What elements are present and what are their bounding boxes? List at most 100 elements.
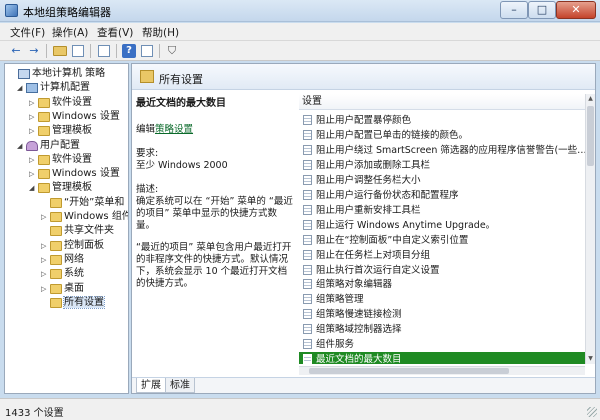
expand-toggle-icon[interactable]: ▷ [29,124,37,138]
list-item[interactable]: 组策略对象编辑器 [299,277,585,292]
tree-item[interactable]: “开始”菜单和 [41,196,124,210]
tree-item[interactable]: ▷ 软件设置 [29,153,92,167]
up-folder-icon[interactable] [52,43,68,59]
expand-toggle-icon[interactable]: ▷ [41,210,49,224]
maximize-button[interactable]: □ [528,1,556,19]
list-item[interactable]: 阻止用户调整任务栏大小 [299,173,585,188]
tab-standard[interactable]: 标准 [165,378,195,393]
description-heading: 描述: [136,184,159,195]
list-item[interactable]: 组策略管理 [299,292,585,307]
list-item-label: 阻止用户调整任务栏大小 [316,174,421,186]
column-header-setting[interactable]: 设置 [299,94,585,110]
list-item[interactable]: 最近文档的最大数目 [299,352,585,364]
tree-item[interactable]: ▷ 系统 [41,267,84,281]
tree-item[interactable]: ▷ 控制面板 [41,239,104,253]
expand-toggle-icon[interactable]: ▷ [29,167,37,181]
tree-item[interactable]: ▷ Windows 设置 [29,167,120,181]
properties-icon[interactable] [139,43,155,59]
folder-icon [38,97,50,108]
tree-item-label: 网络 [64,253,84,265]
tree-item[interactable]: ▷ 管理模板 [29,124,92,138]
expand-toggle-icon[interactable]: ◢ [29,181,37,195]
tree-item[interactable]: ▷ 软件设置 [29,96,92,110]
tree-item[interactable]: ▷ Windows 设置 [29,110,120,124]
scroll-down-icon[interactable]: ▼ [586,354,595,364]
menu-view[interactable]: 查看(V) [93,25,137,40]
requirements-text: 至少 Windows 2000 [136,160,228,171]
vertical-scrollbar[interactable]: ▲ ▼ [585,94,595,364]
tree-item[interactable]: 本地计算机 策略 [9,67,105,81]
list-item-label: 阻止执行首次运行自定义设置 [316,264,440,276]
tree-item-label: 系统 [64,268,84,280]
list-item[interactable]: 组策略域控制器选择 [299,322,585,337]
expand-toggle-icon[interactable]: ▷ [29,153,37,167]
scroll-up-icon[interactable]: ▲ [586,94,595,104]
app-icon [5,4,18,17]
tree-item-label: Windows 设置 [52,168,120,180]
expand-toggle-icon[interactable]: ▷ [41,239,49,253]
tree-item[interactable]: ▷ 桌面 [41,282,84,296]
resize-grip-icon[interactable] [587,407,597,417]
forward-icon[interactable]: → [26,43,42,59]
list-item[interactable]: 阻止在“控制面板”中自定义索引位置 [299,233,585,248]
edit-prefix: 编辑 [136,124,156,135]
expand-toggle-icon[interactable]: ▷ [29,110,37,124]
scroll-thumb[interactable] [587,106,594,166]
back-icon[interactable]: ← [8,43,24,59]
main-pane: 所有设置 最近文档的最大数目 编辑策略设置 要求: 至少 Windows 200… [131,63,596,394]
export-list-icon[interactable] [96,43,112,59]
toolbar-separator [90,44,91,58]
show-hide-tree-icon[interactable] [70,43,86,59]
tree-item[interactable]: ▷ 网络 [41,253,84,267]
close-button[interactable]: ✕ [556,1,596,19]
tree-item[interactable]: 所有设置 [41,295,105,310]
filter-icon[interactable]: ⛉ [164,43,180,59]
list-item[interactable]: 组策略慢速链接检测 [299,307,585,322]
main-header: 所有设置 [132,64,595,90]
edit-policy-line: 编辑策略设置 [136,124,193,136]
expand-toggle-icon[interactable]: ◢ [17,81,25,95]
list-item-label: 阻止用户重新安排工具栏 [316,204,421,216]
main-header-title: 所有设置 [159,73,203,86]
expand-toggle-icon[interactable]: ◢ [17,139,25,153]
tree-item[interactable]: ▷ Windows 组件 [41,210,129,224]
list-item[interactable]: 阻止用户绕过 SmartScreen 筛选器的应用程序信誉警告(一些… [299,143,585,158]
tab-extended[interactable]: 扩展 [136,378,166,393]
help-icon[interactable]: ? [121,43,137,59]
policy-setting-icon [303,324,312,335]
list-item[interactable]: 阻止用户配置已单击的链接的颜色。 [299,128,585,143]
menu-help[interactable]: 帮助(H) [138,25,183,40]
menu-file[interactable]: 文件(F) [6,25,49,40]
menu-action[interactable]: 操作(A) [48,25,92,40]
policy-setting-icon [303,219,312,230]
list-item-label: 阻止用户配置已单击的链接的颜色。 [316,129,469,141]
user-icon [26,140,38,151]
expand-toggle-icon[interactable]: ▷ [29,96,37,110]
tree-item[interactable]: ◢ 计算机配置 [17,81,90,95]
scroll-thumb[interactable] [309,368,509,374]
tree-item[interactable]: ◢ 管理模板 [29,181,92,195]
tree-item-label: 软件设置 [52,96,92,108]
list-item[interactable]: 阻止在任务栏上对项目分组 [299,248,585,263]
list-item[interactable]: 组件服务 [299,337,585,352]
list-item[interactable]: 阻止执行首次运行自定义设置 [299,263,585,278]
list-item[interactable]: 阻止用户运行备份状态和配置程序 [299,188,585,203]
expand-toggle-icon[interactable]: ▷ [41,282,49,296]
policy-setting-icon [303,129,312,140]
tree-item[interactable]: 共享文件夹 [41,224,114,238]
expand-toggle-icon[interactable]: ▷ [41,253,49,267]
list-item[interactable]: 阻止运行 Windows Anytime Upgrade。 [299,218,585,233]
folder-icon [38,154,50,165]
tree-item[interactable]: ◢ 用户配置 [17,139,80,153]
edit-policy-link[interactable]: 策略设置 [155,124,193,135]
expand-toggle-icon[interactable]: ▷ [41,267,49,281]
minimize-button[interactable]: – [500,1,528,19]
list-item[interactable]: 阻止用户添加或删除工具栏 [299,158,585,173]
horizontal-scrollbar[interactable] [299,366,585,375]
list-item[interactable]: 阻止用户配置暴停颜色 [299,113,585,128]
list-item[interactable]: 阻止用户重新安排工具栏 [299,203,585,218]
list-item-label: 组策略域控制器选择 [316,324,402,336]
policy-setting-icon [303,249,312,260]
tree-item-label: Windows 组件 [64,211,129,222]
policy-setting-icon [303,354,312,364]
